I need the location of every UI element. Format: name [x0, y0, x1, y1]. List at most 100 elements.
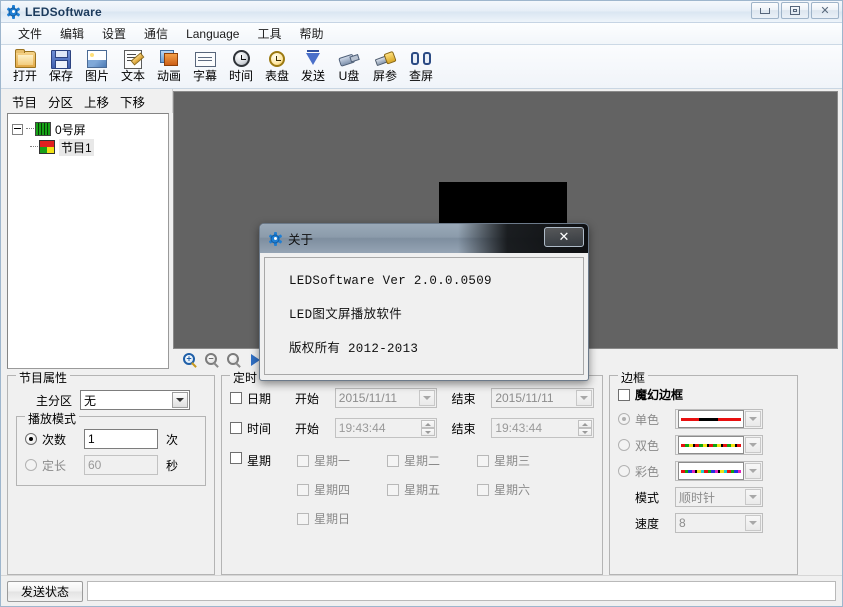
main-partition-select[interactable]: 无	[80, 390, 190, 410]
zoom-in-button[interactable]: +	[181, 351, 200, 370]
chevron-down-icon[interactable]	[419, 390, 436, 406]
spinner-down-icon[interactable]	[578, 428, 592, 436]
main-partition-label: 主分区	[35, 393, 72, 408]
chevron-down-icon[interactable]	[576, 390, 592, 406]
border-single-color-radio[interactable]	[618, 413, 630, 425]
spinner-buttons[interactable]	[578, 420, 592, 436]
minimize-button[interactable]	[751, 2, 779, 19]
menu-help[interactable]: 帮助	[290, 23, 332, 44]
weekday-tuesday-checkbox[interactable]	[387, 454, 399, 467]
play-duration-input[interactable]: 60	[84, 455, 158, 475]
tree-btn-program[interactable]: 节目	[7, 90, 43, 113]
spinner-up-icon[interactable]	[421, 420, 436, 428]
date-start-picker[interactable]: 2015/11/11	[334, 388, 438, 408]
weekday-sunday[interactable]: 星期日	[297, 510, 387, 527]
program-tree[interactable]: 0号屏 节目1	[7, 113, 169, 369]
menu-tools[interactable]: 工具	[248, 23, 290, 44]
toolbar-time[interactable]: 时间	[223, 47, 259, 84]
tree-btn-move-down[interactable]: 下移	[115, 90, 151, 113]
weekday-friday-checkbox[interactable]	[387, 483, 399, 496]
toolbar-dial[interactable]: 表盘	[259, 47, 295, 84]
weekday-saturday[interactable]: 星期六	[477, 481, 567, 498]
weekday-monday-checkbox[interactable]	[297, 454, 309, 467]
close-icon: ✕	[558, 229, 570, 245]
border-speed-value: 8	[679, 516, 686, 530]
play-mode-group: 播放模式 次数 1 次 定长 60 秒	[16, 410, 206, 486]
weekday-friday-label: 星期五	[404, 483, 441, 497]
tree-btn-move-up[interactable]: 上移	[79, 90, 115, 113]
toolbar-check-screen[interactable]: 查屏	[403, 47, 439, 84]
border-single-color-select[interactable]: 1	[675, 409, 763, 429]
border-dual-color-radio[interactable]	[618, 439, 630, 451]
menu-file[interactable]: 文件	[9, 23, 51, 44]
weekday-saturday-checkbox[interactable]	[477, 483, 489, 496]
play-count-input[interactable]: 1	[84, 429, 158, 449]
border-multi-color-radio[interactable]	[618, 465, 630, 477]
close-button[interactable]: ✕	[811, 2, 839, 19]
menu-communication[interactable]: 通信	[135, 23, 177, 44]
tree-node-program[interactable]: 节目1	[8, 138, 168, 156]
time-end-spinner[interactable]: 19:43:44	[491, 418, 594, 438]
border-mode-select[interactable]: 顺时针	[675, 487, 763, 507]
date-enable-checkbox[interactable]	[230, 392, 242, 404]
chevron-down-icon[interactable]	[172, 392, 188, 408]
about-description-line: LED图文屏播放软件	[289, 308, 403, 322]
week-enable-checkbox[interactable]	[230, 452, 242, 464]
toolbar-send[interactable]: 发送	[295, 47, 331, 84]
close-icon: ✕	[820, 4, 830, 17]
weekday-wednesday-checkbox[interactable]	[477, 454, 489, 467]
toolbar-animation[interactable]: 动画	[151, 47, 187, 84]
toolbar-save[interactable]: 保存	[43, 47, 79, 84]
date-end-picker[interactable]: 2015/11/11	[491, 388, 594, 408]
weekday-sunday-checkbox[interactable]	[297, 512, 309, 525]
send-status-button[interactable]: 发送状态	[7, 580, 83, 602]
play-mode-caption: 播放模式	[25, 410, 80, 427]
chevron-down-icon[interactable]	[745, 437, 761, 453]
zoom-reset-button[interactable]	[225, 351, 244, 370]
spinner-up-icon[interactable]	[578, 420, 592, 428]
menu-settings[interactable]: 设置	[93, 23, 135, 44]
chevron-down-icon[interactable]	[745, 515, 761, 531]
program-properties-group: 节目属性 主分区 无 播放模式 次数 1 次 定长 60 秒	[7, 369, 215, 575]
about-dialog-close-button[interactable]: ✕	[544, 227, 584, 247]
application-window: LEDSoftware ✕ 文件 编辑 设置 通信 Language 工具 帮助…	[0, 0, 843, 607]
single-color-swatch	[678, 410, 744, 428]
spinner-down-icon[interactable]	[421, 428, 436, 436]
weekday-thursday[interactable]: 星期四	[297, 481, 387, 498]
time-start-spinner[interactable]: 19:43:44	[334, 418, 438, 438]
minimize-icon	[760, 7, 770, 14]
weekday-tuesday[interactable]: 星期二	[387, 452, 477, 469]
binoculars-icon	[410, 48, 432, 68]
tree-node-screen[interactable]: 0号屏	[8, 120, 168, 138]
zoom-out-button[interactable]: −	[203, 351, 222, 370]
maximize-button[interactable]	[781, 2, 809, 19]
toolbar-open[interactable]: 打开	[7, 47, 43, 84]
toolbar-usb[interactable]: U盘	[331, 47, 367, 84]
border-speed-select[interactable]: 8	[675, 513, 763, 533]
play-mode-count-radio[interactable]	[25, 433, 37, 445]
chevron-down-icon[interactable]	[745, 463, 761, 479]
toolbar-text[interactable]: 文本	[115, 47, 151, 84]
date-start-value: 2015/11/11	[338, 391, 398, 405]
menu-language[interactable]: Language	[177, 25, 248, 43]
weekday-thursday-checkbox[interactable]	[297, 483, 309, 496]
spinner-buttons[interactable]	[421, 420, 436, 436]
border-dual-color-select[interactable]: 1	[675, 435, 763, 455]
collapse-expander-icon[interactable]	[12, 123, 23, 135]
tree-btn-partition[interactable]: 分区	[43, 90, 79, 113]
weekday-monday[interactable]: 星期一	[297, 452, 387, 469]
weekday-friday[interactable]: 星期五	[387, 481, 477, 498]
chevron-down-icon[interactable]	[745, 489, 761, 505]
alarm-clock-icon	[266, 48, 288, 68]
toolbar-subtitle[interactable]: 字幕	[187, 47, 223, 84]
chevron-down-icon[interactable]	[745, 411, 761, 427]
about-dialog[interactable]: 关于 ✕ LEDSoftware Ver 2.0.0.0509 LED图文屏播放…	[259, 223, 589, 381]
toolbar-screen-params[interactable]: 屏参	[367, 47, 403, 84]
weekday-wednesday[interactable]: 星期三	[477, 452, 567, 469]
menu-edit[interactable]: 编辑	[51, 23, 93, 44]
border-multi-color-select[interactable]: 1	[675, 461, 763, 481]
magic-border-checkbox[interactable]	[618, 388, 630, 401]
play-mode-duration-radio[interactable]	[25, 459, 37, 471]
time-enable-checkbox[interactable]	[230, 422, 242, 434]
toolbar-picture[interactable]: 图片	[79, 47, 115, 84]
